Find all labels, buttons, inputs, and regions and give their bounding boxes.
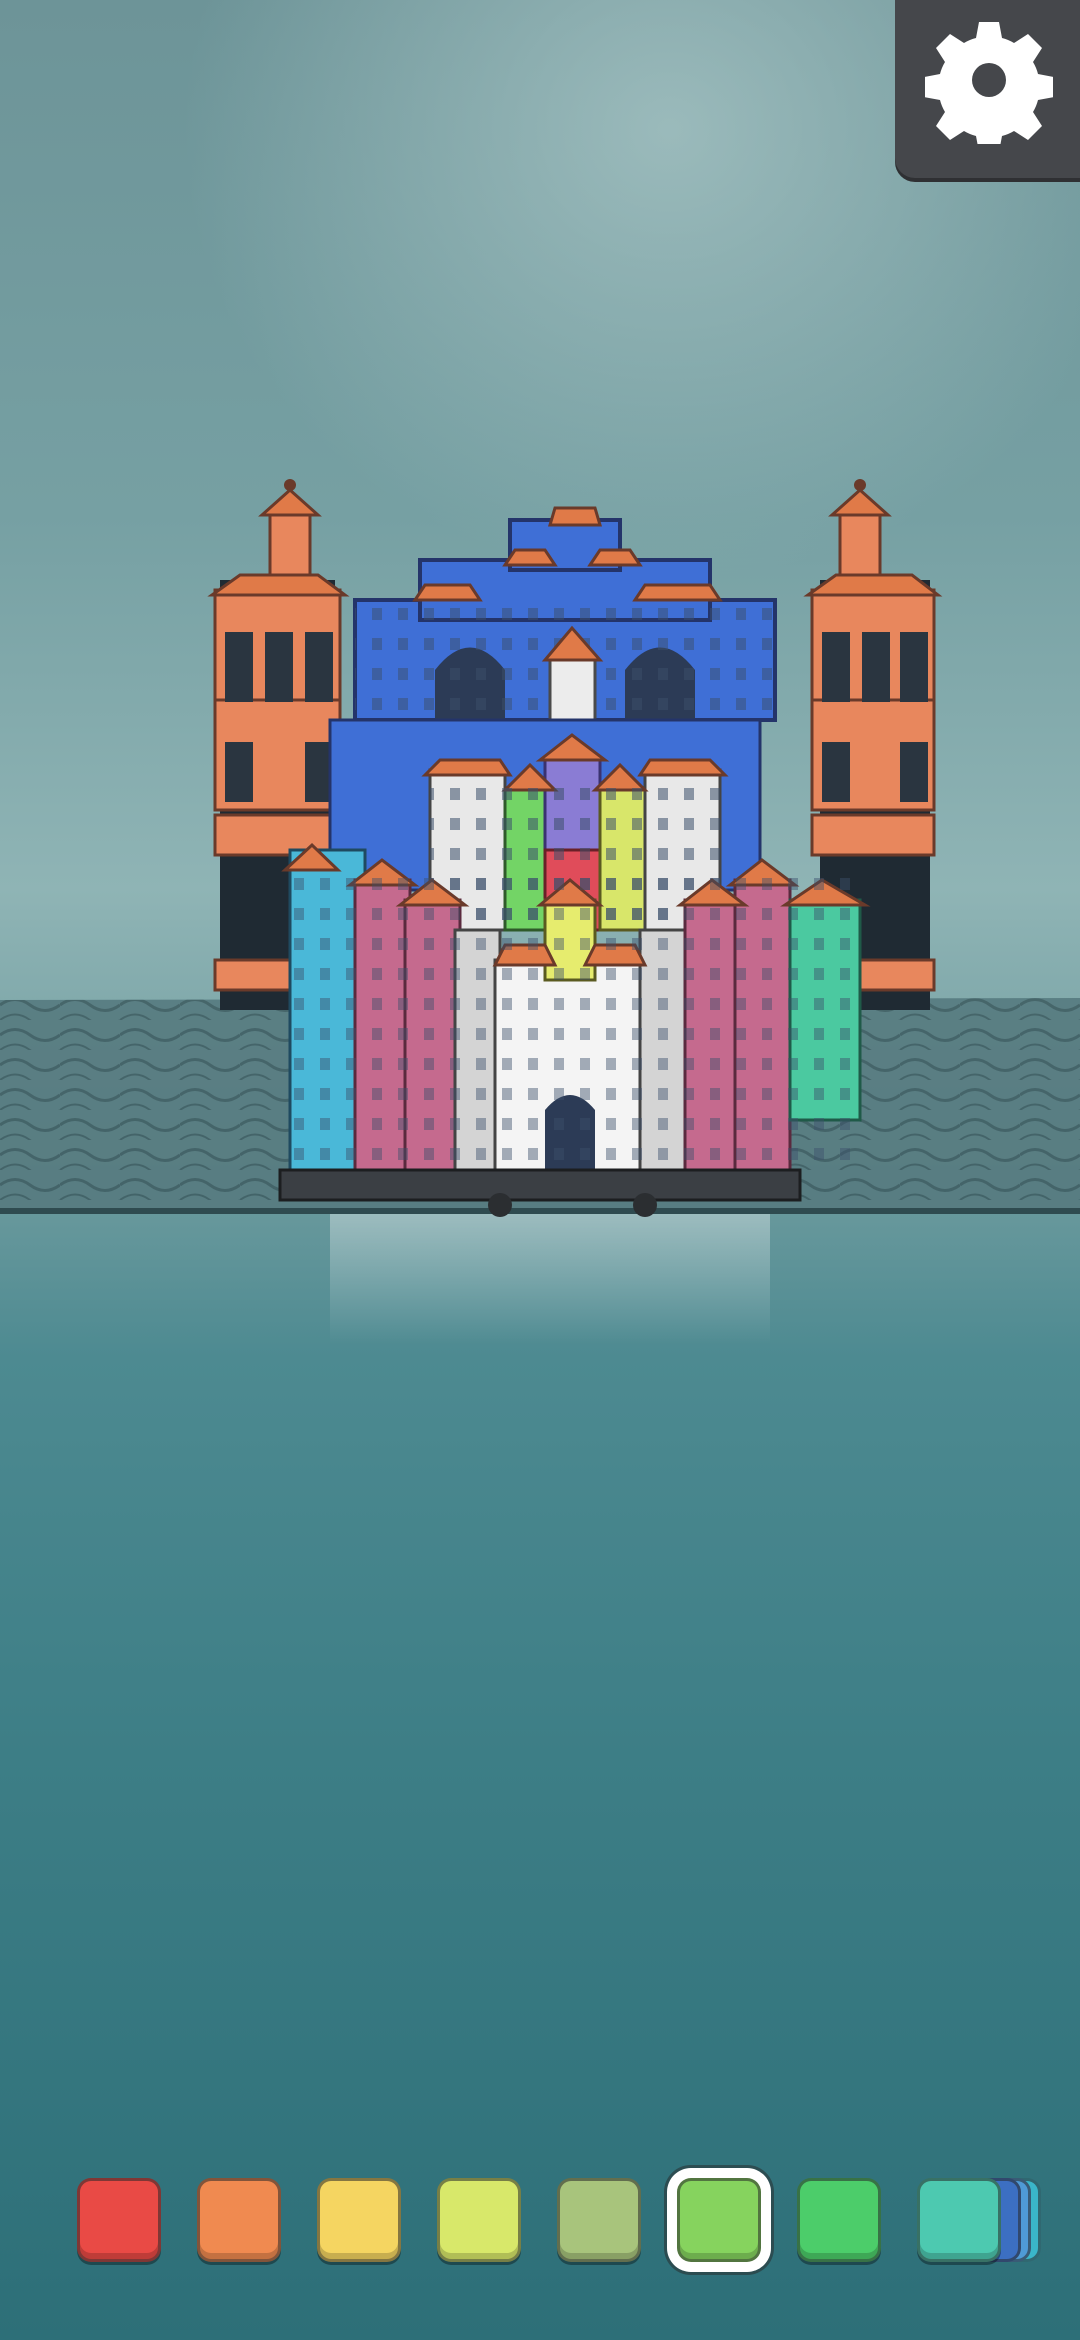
front-tier xyxy=(281,842,871,1182)
base-arch-left xyxy=(488,1193,512,1217)
town-reflection xyxy=(330,1214,770,1344)
color-palette xyxy=(0,2160,1080,2280)
town-base xyxy=(278,1168,802,1202)
swatch-green[interactable] xyxy=(797,2178,881,2262)
gear-icon xyxy=(925,22,1053,144)
game-screen xyxy=(0,0,1080,2340)
swatch-yellow[interactable] xyxy=(317,2178,401,2262)
swatch-red[interactable] xyxy=(77,2178,161,2262)
town-scene[interactable] xyxy=(0,0,1080,2340)
swatch-orange[interactable] xyxy=(197,2178,281,2262)
settings-button[interactable] xyxy=(895,0,1080,178)
base-arch-right xyxy=(633,1193,657,1217)
plaza-edge xyxy=(0,1208,1080,1214)
swatch-lime[interactable] xyxy=(437,2178,521,2262)
swatch-olive[interactable] xyxy=(557,2178,641,2262)
swatch-teal[interactable] xyxy=(917,2178,1001,2262)
swatch-light-green[interactable] xyxy=(677,2178,761,2262)
